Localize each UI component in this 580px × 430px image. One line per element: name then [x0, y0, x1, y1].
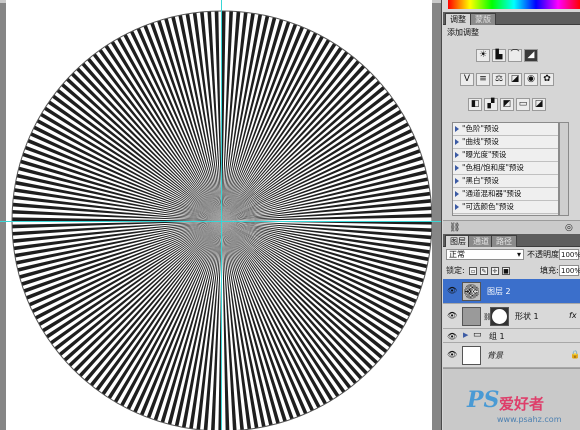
brightness-contrast-icon[interactable]: ☀ [476, 49, 490, 62]
layer-row[interactable]: 👁 ▶ ▭ 组 1 [443, 329, 580, 343]
posterize-icon[interactable]: ▞ [484, 98, 498, 111]
channel-mixer-icon[interactable]: ✿ [540, 73, 554, 86]
preset-item-curves[interactable]: "曲线"预设 [453, 136, 558, 149]
adjustment-presets-list: "色阶"预设 "曲线"预设 "曝光度"预设 "色相/饱和度"预设 "黑白"预设 … [452, 122, 559, 216]
layer-name: 图层 2 [487, 287, 511, 296]
vibrance-icon[interactable]: V [460, 73, 474, 86]
lock-transparent-icon[interactable]: ▫ [469, 267, 477, 275]
selective-color-icon[interactable]: ◪ [532, 98, 546, 111]
invert-icon[interactable]: ◧ [468, 98, 482, 111]
adjustments-footer: ⛓ ◎ [443, 220, 580, 234]
lock-all-icon[interactable]: ■ [502, 267, 510, 275]
visibility-eye-icon[interactable]: 👁 [447, 286, 457, 295]
presets-scrollbar[interactable] [559, 122, 569, 216]
layer-row[interactable]: 👁 ⛓ 形状 1 fx [443, 304, 580, 329]
layers-controls: 正常 ▾ 不透明度: 100% 锁定: ▫ ✎ ✛ ■ 填充: 100% [443, 247, 580, 277]
expand-triangle-icon [455, 191, 459, 197]
hue-saturation-icon[interactable]: ≡ [476, 73, 490, 86]
document-canvas-area[interactable] [0, 0, 441, 430]
layers-list: 👁 图层 2 👁 ⛓ 形状 1 fx 👁 ▶ ▭ 组 1 👁 背景 🔒 [443, 279, 580, 368]
vector-mask-thumbnail [490, 307, 509, 326]
starburst-thumbnail-icon [464, 284, 479, 299]
preset-item-exposure[interactable]: "曝光度"预设 [453, 149, 558, 162]
expand-triangle-icon [455, 126, 459, 132]
expand-triangle-icon [455, 139, 459, 145]
circle-mask-icon [492, 309, 507, 324]
preset-item-hue-saturation[interactable]: "色相/饱和度"预设 [453, 162, 558, 175]
preset-item-levels[interactable]: "色阶"预设 [453, 123, 558, 136]
adjustment-icons-row-2: V ≡ ⚖ ◪ ◉ ✿ [460, 73, 554, 86]
lock-position-icon[interactable]: ✛ [491, 267, 499, 275]
document-canvas[interactable] [6, 0, 432, 430]
tab-masks[interactable]: 蒙版 [470, 13, 496, 25]
layer-name: 形状 1 [515, 312, 539, 321]
clip-to-layer-icon[interactable]: ⛓ [449, 223, 460, 233]
threshold-icon[interactable]: ◩ [500, 98, 514, 111]
vertical-guide[interactable] [221, 0, 222, 430]
preset-item-channel-mixer[interactable]: "通道混和器"预设 [453, 188, 558, 201]
layer-row[interactable]: 👁 背景 🔒 [443, 343, 580, 368]
watermark-logo: PS [467, 387, 500, 413]
exposure-icon[interactable]: ◢ [524, 49, 538, 62]
visibility-eye-icon[interactable]: 👁 [447, 311, 457, 320]
lock-icon: 🔒 [570, 350, 580, 359]
black-white-icon[interactable]: ◪ [508, 73, 522, 86]
adjustment-icons-row-3: ◧ ▞ ◩ ▭ ◪ [468, 98, 546, 111]
adjustments-title: 添加调整 [447, 28, 479, 37]
lock-image-icon[interactable]: ✎ [480, 267, 488, 275]
layer-thumbnail [462, 282, 481, 301]
fill-label: 填充: [540, 266, 559, 275]
expand-triangle-icon[interactable]: ▶ [463, 331, 468, 339]
expand-triangle-icon [455, 152, 459, 158]
layer-thumbnail [462, 307, 481, 326]
visibility-eye-icon[interactable]: 👁 [447, 332, 457, 341]
preset-item-black-white[interactable]: "黑白"预设 [453, 175, 558, 188]
color-spectrum-bar[interactable] [448, 0, 580, 9]
color-balance-icon[interactable]: ⚖ [492, 73, 506, 86]
horizontal-guide[interactable] [0, 221, 441, 222]
layer-row[interactable]: 👁 图层 2 [443, 279, 580, 304]
layers-tabbar: 图层 通道 路径 [443, 234, 580, 247]
folder-icon: ▭ [473, 330, 482, 340]
blend-mode-select[interactable]: 正常 ▾ [446, 249, 524, 260]
curves-icon[interactable]: ⌒ [508, 49, 522, 62]
layer-name: 组 1 [489, 332, 505, 341]
expand-triangle-icon [455, 204, 459, 210]
gradient-map-icon[interactable]: ▭ [516, 98, 530, 111]
tab-paths[interactable]: 路径 [491, 235, 517, 247]
fill-input[interactable]: 100% [559, 265, 580, 276]
watermark-text: 爱好者 [499, 395, 545, 413]
panel-options-icon[interactable]: ◎ [565, 223, 573, 233]
layer-effects-fx-icon[interactable]: fx [569, 311, 577, 320]
radial-starburst-pattern [11, 10, 432, 430]
levels-icon[interactable]: ▙ [492, 49, 506, 62]
preset-item-selective-color[interactable]: "可选颜色"预设 [453, 201, 558, 214]
watermark-url: www.psahz.com [497, 415, 562, 424]
expand-triangle-icon [455, 165, 459, 171]
opacity-label: 不透明度: [527, 250, 562, 259]
photo-filter-icon[interactable]: ◉ [524, 73, 538, 86]
chevron-down-icon: ▾ [516, 250, 521, 259]
adjustments-tabbar: 调整 蒙版 [443, 12, 580, 25]
lock-label: 锁定: [446, 266, 465, 275]
adjustment-icons-row-1: ☀ ▙ ⌒ ◢ [476, 49, 538, 62]
visibility-eye-icon[interactable]: 👁 [447, 350, 457, 359]
tab-adjustments[interactable]: 调整 [445, 13, 471, 25]
opacity-input[interactable]: 100% [559, 249, 580, 260]
layer-name: 背景 [487, 351, 503, 360]
layer-thumbnail [462, 346, 481, 365]
expand-triangle-icon [455, 178, 459, 184]
